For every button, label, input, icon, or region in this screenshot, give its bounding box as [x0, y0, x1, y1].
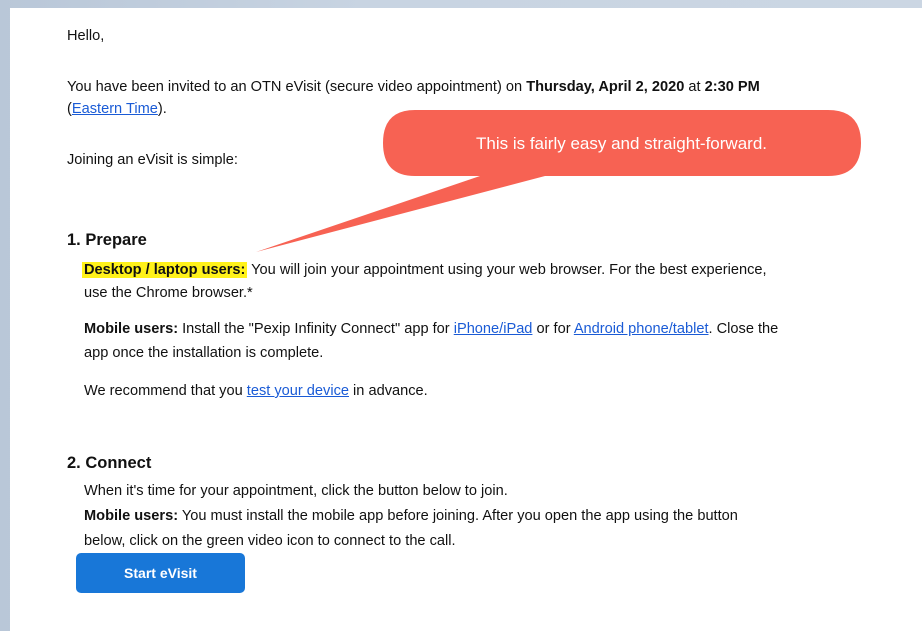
timezone-link[interactable]: Eastern Time — [72, 101, 158, 117]
greeting: Hello, — [67, 28, 105, 44]
desktop-users-label: Desktop / laptop users: — [82, 262, 248, 278]
step-prepare-heading: 1. Prepare — [67, 231, 147, 249]
recommend-prefix: We recommend that you — [84, 383, 247, 399]
desktop-users-text: You will join your appointment using you… — [247, 262, 767, 278]
app-close-line: app once the installation is complete. — [84, 345, 324, 361]
mobile-close-text: . Close the — [708, 321, 779, 337]
mobile-or: or for — [532, 321, 574, 337]
mobile-joining-text: You must install the mobile app before j… — [178, 508, 738, 524]
start-evisit-button[interactable]: Start eVisit — [76, 553, 245, 593]
invite-text: You have been invited to an OTN eVisit (… — [67, 76, 760, 98]
mobile-users-label-2: Mobile users: — [84, 508, 179, 524]
green-icon-line: below, click on the green video icon to … — [84, 533, 456, 549]
when-time-line: When it's time for your appointment, cli… — [84, 483, 508, 499]
mobile-install-line: Mobile users: Install the "Pexip Infinit… — [84, 318, 778, 340]
chrome-line: use the Chrome browser.* — [84, 285, 253, 301]
mobile-users-label: Mobile users: — [84, 321, 179, 337]
timezone-line: (Eastern Time). — [67, 98, 167, 120]
recommend-suffix: in advance. — [349, 383, 428, 399]
mobile-joining-line: Mobile users: You must install the mobil… — [84, 505, 738, 527]
invite-at: at — [684, 79, 705, 95]
step-connect-heading: 2. Connect — [67, 454, 152, 472]
android-link[interactable]: Android phone/tablet — [574, 321, 709, 337]
desktop-users-line: Desktop / laptop users: You will join yo… — [82, 259, 767, 281]
test-device-link[interactable]: test your device — [247, 383, 349, 399]
invite-date: Thursday, April 2, 2020 — [526, 79, 685, 95]
mobile-install-text: Install the "Pexip Infinity Connect" app… — [178, 321, 454, 337]
invite-prefix: You have been invited to an OTN eVisit (… — [67, 79, 527, 95]
iphone-link[interactable]: iPhone/iPad — [454, 321, 533, 337]
callout-text: This is fairly easy and straight-forward… — [476, 134, 767, 153]
joining-text: Joining an eVisit is simple: — [67, 152, 238, 168]
invite-time: 2:30 PM — [704, 79, 760, 95]
tz-close: ). — [157, 101, 167, 117]
recommend-line: We recommend that you test your device i… — [84, 380, 428, 402]
